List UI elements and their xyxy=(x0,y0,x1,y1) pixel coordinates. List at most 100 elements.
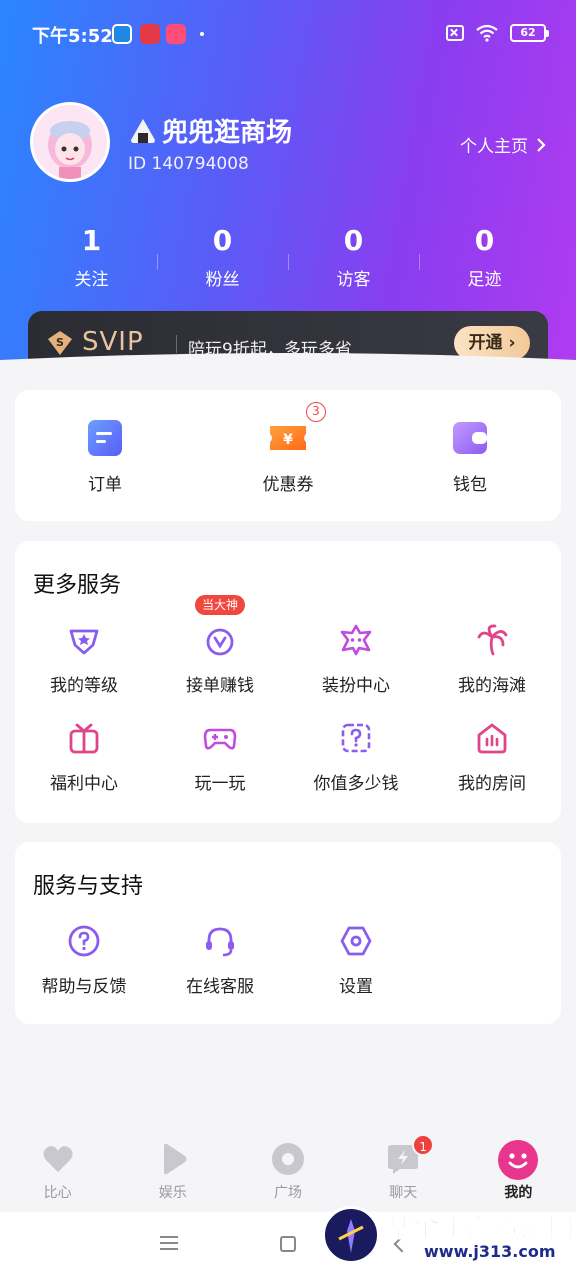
chevron-right-icon: › xyxy=(508,333,516,353)
notification-app-icon xyxy=(166,24,186,44)
nickname-text: 兜兜逛商场 xyxy=(162,118,293,148)
stat-followers[interactable]: 0 粉丝 xyxy=(157,224,288,290)
service-label: 福利中心 xyxy=(50,774,118,794)
service-label: 我的房间 xyxy=(458,774,526,794)
stat-following[interactable]: 1 关注 xyxy=(26,224,157,290)
watermark-logo xyxy=(322,1206,380,1264)
bottom-tab-bar: 比心 娱乐 广场 1 聊天 我的 xyxy=(0,1128,576,1212)
support-label: 设置 xyxy=(339,977,373,997)
headset-icon xyxy=(203,924,237,958)
support-card: 服务与支持 帮助与反馈 在线客服 设置 xyxy=(15,842,561,1024)
wallet-label: 钱包 xyxy=(453,475,487,495)
profile-stats: 1 关注 0 粉丝 0 访客 0 足迹 xyxy=(26,224,550,290)
stat-value: 0 xyxy=(212,224,233,257)
stat-label: 足迹 xyxy=(467,270,502,290)
heart-icon xyxy=(41,1142,75,1176)
coupon-icon: ¥ 3 xyxy=(268,402,326,458)
chat-icon: 1 xyxy=(386,1134,435,1176)
recent-apps-button[interactable] xyxy=(160,1236,178,1250)
tab-entertainment[interactable]: 娱乐 xyxy=(115,1128,230,1212)
chevron-right-icon xyxy=(537,137,546,152)
wallet-icon xyxy=(450,418,490,458)
dressup-center-button[interactable]: 装扮中心 xyxy=(291,623,421,696)
home-button[interactable] xyxy=(280,1236,296,1252)
tab-label: 广场 xyxy=(274,1185,302,1201)
stat-value: 0 xyxy=(474,224,495,257)
my-beach-button[interactable]: 我的海滩 xyxy=(427,623,557,696)
stat-visitors[interactable]: 0 访客 xyxy=(288,224,419,290)
tab-label: 聊天 xyxy=(389,1185,418,1201)
stat-value: 1 xyxy=(81,224,102,257)
stat-value: 0 xyxy=(343,224,364,257)
coupons-label: 优惠券 xyxy=(262,475,314,495)
orders-button[interactable]: 订单 xyxy=(45,418,165,495)
watermark-title: 基伞手游资源网 xyxy=(385,1214,576,1245)
dressup-icon xyxy=(339,623,373,657)
user-id: ID 140794008 xyxy=(128,154,249,174)
tab-bixin[interactable]: 比心 xyxy=(0,1128,115,1212)
coupons-button[interactable]: ¥ 3 优惠券 xyxy=(228,402,348,495)
personal-homepage-label: 个人主页 xyxy=(460,137,528,157)
notification-app-icon xyxy=(112,24,132,44)
avatar[interactable] xyxy=(30,102,110,182)
support-label: 帮助与反馈 xyxy=(41,977,127,997)
become-god-tag: 当大神 xyxy=(194,595,246,615)
settings-button[interactable]: 设置 xyxy=(291,924,421,997)
chat-unread-badge: 1 xyxy=(412,1134,435,1156)
quick-actions-card: 订单 ¥ 3 优惠券 钱包 xyxy=(15,390,561,521)
level-icon xyxy=(67,623,101,657)
play-games-button[interactable]: 玩一玩 xyxy=(155,721,285,794)
help-icon xyxy=(67,924,101,958)
tab-square[interactable]: 广场 xyxy=(230,1128,345,1212)
service-label: 接单赚钱 xyxy=(186,676,254,696)
tab-label: 娱乐 xyxy=(158,1185,187,1201)
smile-icon xyxy=(498,1140,539,1180)
support-label: 在线客服 xyxy=(186,977,254,997)
service-label: 我的等级 xyxy=(50,676,118,696)
header-curve xyxy=(0,353,576,392)
watermark-url: www.j313.com xyxy=(424,1242,556,1261)
settings-icon xyxy=(339,924,373,958)
svg-text:¥: ¥ xyxy=(283,432,293,448)
service-label: 玩一玩 xyxy=(194,774,246,794)
stat-label: 关注 xyxy=(74,270,109,290)
wallet-button[interactable]: 钱包 xyxy=(410,418,530,495)
status-bar: 下午5:52 62 xyxy=(0,0,576,70)
gamepad-icon xyxy=(203,721,237,755)
tab-label: 比心 xyxy=(43,1185,72,1201)
online-service-button[interactable]: 在线客服 xyxy=(155,924,285,997)
how-much-worth-button[interactable]: 你值多少钱 xyxy=(291,721,421,794)
circle-icon xyxy=(271,1142,305,1176)
help-feedback-button[interactable]: 帮助与反馈 xyxy=(19,924,149,997)
earn-money-button[interactable]: 当大神 接单赚钱 xyxy=(155,595,285,696)
tab-chat[interactable]: 1 聊天 xyxy=(346,1128,461,1212)
svg-text:S: S xyxy=(56,336,64,349)
user-nickname: 兜兜逛商场 xyxy=(128,112,292,149)
service-label: 装扮中心 xyxy=(322,676,390,696)
stat-label: 访客 xyxy=(336,270,371,290)
coupon-count-badge: 3 xyxy=(306,402,326,422)
order-icon xyxy=(85,418,125,458)
battery-indicator: 62 xyxy=(510,24,549,42)
room-icon xyxy=(475,721,509,755)
avatar-illustration xyxy=(48,121,92,179)
beach-icon xyxy=(475,623,509,657)
tab-mine[interactable]: 我的 xyxy=(461,1128,576,1212)
stat-footprints[interactable]: 0 足迹 xyxy=(419,224,550,290)
my-level-button[interactable]: 我的等级 xyxy=(19,623,149,696)
notification-app-icon xyxy=(140,24,160,44)
my-room-button[interactable]: 我的房间 xyxy=(427,721,557,794)
status-time: 下午5:52 xyxy=(32,26,113,47)
earn-icon: 当大神 xyxy=(194,595,246,657)
support-title: 服务与支持 xyxy=(33,874,144,899)
welfare-center-button[interactable]: 福利中心 xyxy=(19,721,149,794)
service-label: 你值多少钱 xyxy=(313,774,399,794)
stat-label: 粉丝 xyxy=(205,270,240,290)
more-services-card: 更多服务 我的等级 当大神 接单赚钱 装扮中心 我的海滩 福利中心 玩一玩 你值… xyxy=(15,541,561,823)
tab-label: 我的 xyxy=(504,1185,533,1201)
personal-homepage-link[interactable]: 个人主页 xyxy=(460,132,546,157)
question-box-icon xyxy=(339,721,373,755)
svip-open-label: 开通 xyxy=(468,333,503,353)
site-watermark: 基伞手游资源网 www.j313.com xyxy=(322,1204,576,1276)
service-label: 我的海滩 xyxy=(458,676,526,696)
